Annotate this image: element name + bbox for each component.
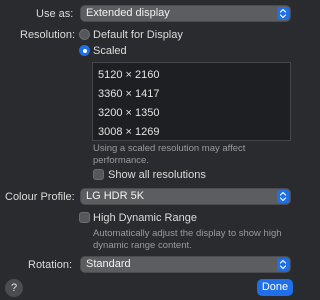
scaled-resolution-hint-line: performance. [93,154,149,166]
scaled-radio[interactable] [79,45,90,56]
show-all-resolutions-label[interactable]: Show all resolutions [108,168,206,182]
resolution-list-item[interactable]: 3360 × 1417 [98,87,159,101]
rotation-value: Standard [86,258,131,270]
default-for-display-radio[interactable] [79,29,90,40]
rotation-label: Rotation: [28,259,73,271]
colour-profile-label: Colour Profile: [5,191,75,203]
high-dynamic-range-label[interactable]: High Dynamic Range [93,211,197,225]
resolution-list-item[interactable]: 3008 × 1269 [98,125,159,139]
high-dynamic-range-description: Automatically adjust the display to show… [93,228,282,251]
high-dynamic-range-description-line: dynamic range content. [93,239,192,251]
chevron-updown-icon [277,190,289,203]
use-as-popup[interactable]: Extended display [80,5,291,22]
scaled-label[interactable]: Scaled [93,44,127,58]
resolution-label: Resolution: [20,29,76,41]
high-dynamic-range-description-line: Automatically adjust the display to show… [93,228,282,239]
help-button[interactable]: ? [5,279,23,297]
high-dynamic-range-checkbox[interactable] [79,212,90,223]
use-as-value: Extended display [86,7,170,19]
scaled-resolution-hint-line: Using a scaled resolution may affect [93,143,246,154]
default-for-display-label[interactable]: Default for Display [93,28,183,42]
show-all-resolutions-checkbox[interactable] [93,169,104,180]
use-as-label: Use as: [36,8,74,20]
rotation-popup[interactable]: Standard [80,256,291,273]
resolution-list-item[interactable]: 3200 × 1350 [98,106,159,120]
resolution-list-item[interactable]: 5120 × 2160 [98,68,159,82]
chevron-updown-icon [277,7,289,20]
scaled-resolution-hint: Using a scaled resolution may affect per… [93,143,245,166]
done-button[interactable]: Done [257,279,293,296]
colour-profile-popup[interactable]: LG HDR 5K [80,188,291,205]
chevron-updown-icon [277,258,289,271]
colour-profile-value: LG HDR 5K [86,190,145,202]
resolution-list[interactable]: 5120 × 2160 3360 × 1417 3200 × 1350 3008… [92,62,291,141]
